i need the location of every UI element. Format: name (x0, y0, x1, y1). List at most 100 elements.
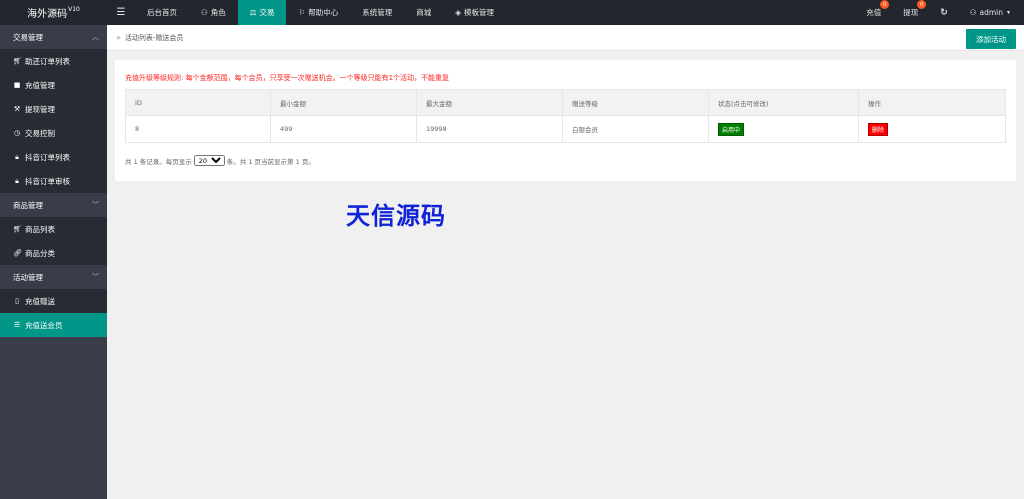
sidebar-item-label: 商品列表 (25, 224, 55, 234)
rule-notice: 充值升级等级规则: 每个金额范围，每个会员，只享受一次赠送机会。一个等级只能有1… (125, 74, 450, 82)
sidebar-item-recharge-gift[interactable]: ▯ 充值赠送 (0, 289, 107, 313)
nav-template-label: 模板管理 (463, 8, 494, 17)
right-nav: 充值 0 提现 0 ↻ ⚇ admin ▾ (855, 0, 1024, 25)
recharge-badge: 0 (880, 0, 890, 9)
nav-template[interactable]: ◈ 模板管理 (443, 0, 506, 25)
nav-role-label: 角色 (210, 8, 226, 17)
refresh-icon: ↻ (940, 7, 948, 18)
cell-level: 白银会员 (562, 115, 709, 143)
double-chevron-right-icon: » (116, 33, 121, 42)
chevron-up-icon: ︿ (92, 33, 99, 41)
sidebar-item-label: 抖音订单审核 (25, 176, 70, 186)
col-min-amount: 最小金额 (270, 89, 417, 116)
layers-icon: ◈ (455, 8, 461, 17)
nav-system-label: 系统管理 (362, 8, 393, 17)
sidebar-item-recharge-member[interactable]: ☰ 充值送会员 (0, 313, 107, 337)
col-status: 状态(点击可修改) (708, 89, 859, 116)
cell-id: 8 (125, 115, 271, 143)
cart-icon: 🛒︎ (13, 57, 22, 65)
sidebar-item-label: 抖音订单列表 (25, 152, 70, 162)
mobile-icon: ▯ (15, 297, 19, 305)
nav-withdraw-label: 提现 (903, 8, 919, 17)
sidebar-item-label: 交易控制 (25, 128, 55, 138)
cell-min: 499 (270, 115, 417, 143)
pager-suffix: 条。共 1 页当前显示第 1 页。 (226, 157, 315, 166)
dashboard-icon: ◷ (13, 129, 21, 137)
app-version: V10 (68, 6, 80, 13)
sidebar-item-goods-category[interactable]: 🔗︎ 商品分类 (0, 241, 107, 265)
sidebar-group-goods[interactable]: 商品管理 ﹀ (0, 193, 107, 217)
cart-icon: 🛒︎ (13, 225, 22, 233)
activity-table: ID 最小金额 最大金额 赠送等级 状态(点击可修改) 操作 8 499 199… (125, 89, 1006, 143)
nav-recharge-label: 充值 (866, 8, 882, 17)
nav-mall[interactable]: 商城 (404, 0, 443, 25)
sidebar-group-label: 交易管理 (13, 32, 43, 42)
table-header-row: ID 最小金额 最大金额 赠送等级 状态(点击可修改) 操作 (125, 89, 1006, 116)
sidebar-item-douyin-review[interactable]: 🔒︎ 抖音订单审核 (0, 169, 107, 193)
watermark-text: 天信源码 (346, 202, 446, 230)
nav-home[interactable]: 后台首页 (135, 0, 189, 25)
user-icon: ⚇ (201, 8, 208, 17)
link-icon: 🔗︎ (13, 249, 22, 257)
nav-home-label: 后台首页 (147, 8, 177, 17)
app-title: 海外源码 (27, 9, 68, 20)
nav-help[interactable]: ⚐ 帮助中心 (286, 0, 350, 25)
col-id: ID (125, 89, 271, 116)
sidebar-item-label: 充值管理 (25, 80, 55, 90)
nav-withdraw[interactable]: 提现 0 (892, 0, 929, 25)
sidebar-item-label: 充值赠送 (25, 296, 55, 306)
page-size-select[interactable]: 20 (193, 155, 225, 166)
breadcrumb: » 活动列表-赠送会员 (107, 25, 1024, 51)
sidebar-item-label: 提现管理 (25, 104, 55, 114)
sidebar-item-withdraw[interactable]: ⚒ 提现管理 (0, 97, 107, 121)
user-menu[interactable]: ⚇ admin ▾ (959, 0, 1024, 25)
app-logo[interactable]: 海外源码 V10 (0, 0, 107, 25)
user-name: admin (979, 8, 1003, 17)
lock-icon: 🔒︎ (15, 176, 19, 185)
sidebar-item-trade-control[interactable]: ◷ 交易控制 (0, 121, 107, 145)
pagination: 共 1 条记录。每页显示 20 条。共 1 页当前显示第 1 页。 (125, 155, 315, 166)
sidebar: 交易管理 ︿ 🛒︎ 助还订单列表 ■ 充值管理 ⚒ 提现管理 ◷ 交易控制 🔒︎ 抖音订单列… (0, 25, 107, 499)
main-content: » 活动列表-赠送会员 添加活动 充值升级等级规则: 每个金额范围，每个会员，只… (107, 25, 1024, 499)
nav-system[interactable]: 系统管理 (350, 0, 404, 25)
comment-icon: ■ (13, 81, 21, 89)
list-icon: ☰ (13, 321, 21, 329)
balance-scale-icon: ⚖ (249, 8, 257, 17)
nav-trade[interactable]: ⚖ 交易 (237, 0, 287, 25)
gavel-icon: ⚒ (13, 105, 21, 113)
cell-action: 删除 (858, 115, 1006, 143)
sidebar-group-activity[interactable]: 活动管理 ﹀ (0, 265, 107, 289)
sidebar-item-label: 助还订单列表 (25, 56, 70, 66)
table-row: 8 499 19998 白银会员 启用中 删除 (125, 115, 1006, 143)
chevron-down-icon: ﹀ (92, 273, 99, 281)
sidebar-item-label: 充值送会员 (25, 320, 63, 330)
col-action: 操作 (858, 89, 1006, 116)
sidebar-item-loan-orders[interactable]: 🛒︎ 助还订单列表 (0, 49, 107, 73)
status-toggle-button[interactable]: 启用中 (718, 122, 745, 136)
activity-card: 充值升级等级规则: 每个金额范围，每个会员，只享受一次赠送机会。一个等级只能有1… (115, 60, 1016, 181)
sidebar-group-label: 商品管理 (13, 200, 43, 210)
breadcrumb-text: 活动列表-赠送会员 (124, 33, 184, 42)
pager-prefix: 共 1 条记录。每页显示 (125, 157, 192, 166)
cell-status: 启用中 (708, 115, 859, 143)
sidebar-item-recharge[interactable]: ■ 充值管理 (0, 73, 107, 97)
nav-mall-label: 商城 (416, 8, 432, 17)
nav-role[interactable]: ⚇ 角色 (189, 0, 238, 25)
menu-toggle-icon[interactable]: ☰ (107, 0, 135, 25)
sidebar-item-douyin-orders[interactable]: 🔒︎ 抖音订单列表 (0, 145, 107, 169)
chevron-down-icon: ▾ (1006, 9, 1010, 16)
col-max-amount: 最大金额 (416, 89, 563, 116)
nav-recharge[interactable]: 充值 0 (855, 0, 892, 25)
sidebar-group-trade[interactable]: 交易管理 ︿ (0, 25, 107, 49)
nav-help-label: 帮助中心 (308, 8, 339, 17)
refresh-button[interactable]: ↻ (929, 0, 959, 25)
flag-icon: ⚐ (298, 8, 306, 17)
cell-max: 19998 (416, 115, 563, 143)
chevron-down-icon: ﹀ (92, 201, 99, 209)
user-icon: ⚇ (969, 8, 977, 17)
top-bar: 海外源码 V10 ☰ 后台首页 ⚇ 角色 ⚖ 交易 ⚐ 帮助中心 系统管理 商城 ◈ 模板… (0, 0, 1024, 25)
top-nav: ☰ 后台首页 ⚇ 角色 ⚖ 交易 ⚐ 帮助中心 系统管理 商城 ◈ 模板管理 (107, 0, 506, 25)
delete-button[interactable]: 删除 (868, 122, 889, 136)
sidebar-item-goods-list[interactable]: 🛒︎ 商品列表 (0, 217, 107, 241)
add-activity-button[interactable]: 添加活动 (966, 29, 1016, 49)
